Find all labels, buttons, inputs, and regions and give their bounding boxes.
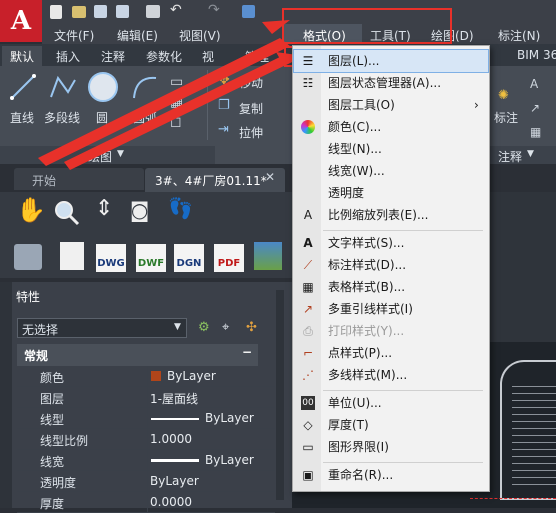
menu-item-label: 多重引线样式(I) bbox=[328, 302, 413, 316]
menu-item-scale-list[interactable]: A 比例缩放列表(E)... bbox=[294, 204, 488, 226]
menu-item-label: 重命名(R)... bbox=[328, 468, 394, 482]
menu-item-label: 颜色(C)... bbox=[328, 120, 382, 134]
menu-item-label: 线宽(W)... bbox=[328, 164, 385, 178]
menu-item-label: 表格样式(B)... bbox=[328, 280, 406, 294]
menu-item-label: 单位(U)... bbox=[328, 396, 382, 410]
menu-separator bbox=[323, 462, 483, 463]
color-wheel-icon bbox=[301, 120, 315, 134]
mleader-style-icon: ↗ bbox=[302, 302, 314, 316]
menu-item-table-style[interactable]: ▦ 表格样式(B)... bbox=[294, 276, 488, 298]
menu-item-label: 图形界限(I) bbox=[328, 440, 389, 454]
menu-item-label: 比例缩放列表(E)... bbox=[328, 208, 429, 222]
menu-item-color[interactable]: 颜色(C)... bbox=[294, 116, 488, 138]
menu-separator bbox=[323, 390, 483, 391]
thickness-icon: ◇ bbox=[303, 418, 313, 432]
menu-item-label: 图层工具(O) bbox=[328, 98, 395, 112]
menu-item-label: 打印样式(Y)... bbox=[328, 324, 405, 338]
menu-separator bbox=[323, 230, 483, 231]
menu-item-layer[interactable]: ☰ 图层(L)... bbox=[293, 49, 489, 73]
format-menu: ☰ 图层(L)... ☷ 图层状态管理器(A)... 图层工具(O) › 颜色(C).… bbox=[292, 45, 490, 492]
menu-item-label: 图层(L)... bbox=[328, 54, 380, 68]
mline-style-icon: ⋰ bbox=[302, 368, 314, 382]
dim-style-icon: ⟋ bbox=[303, 258, 313, 272]
point-style-icon: ⌐ bbox=[302, 346, 314, 360]
plot-style-icon: ⎙ bbox=[303, 324, 313, 338]
menu-item-thickness[interactable]: ◇ 厚度(T) bbox=[294, 414, 488, 436]
text-style-icon: A bbox=[303, 236, 313, 250]
menu-item-label: 透明度 bbox=[328, 186, 365, 200]
menu-item-limits[interactable]: ▭ 图形界限(I) bbox=[294, 436, 488, 458]
menu-item-rename[interactable]: ▣ 重命名(R)... bbox=[294, 464, 488, 486]
units-icon: 00 bbox=[301, 396, 315, 410]
menu-item-label: 厚度(T) bbox=[328, 418, 369, 432]
rename-icon: ▣ bbox=[302, 468, 314, 482]
menu-item-units[interactable]: 00 单位(U)... bbox=[294, 392, 488, 414]
menu-item-mleader-style[interactable]: ↗ 多重引线样式(I) bbox=[294, 298, 488, 320]
menu-item-text-style[interactable]: A 文字样式(S)... bbox=[294, 232, 488, 254]
menu-item-label: 标注样式(D)... bbox=[328, 258, 407, 272]
menu-item-label: 点样式(P)... bbox=[328, 346, 393, 360]
scale-list-icon: A bbox=[303, 208, 313, 222]
menu-item-transparency[interactable]: 透明度 bbox=[294, 182, 488, 204]
menu-item-layer-tools[interactable]: 图层工具(O) › bbox=[294, 94, 488, 116]
table-style-icon: ▦ bbox=[302, 280, 314, 294]
menu-item-point-style[interactable]: ⌐ 点样式(P)... bbox=[294, 342, 488, 364]
menu-item-linetype[interactable]: 线型(N)... bbox=[294, 138, 488, 160]
menu-item-layer-state[interactable]: ☷ 图层状态管理器(A)... bbox=[294, 72, 488, 94]
menu-item-label: 线型(N)... bbox=[328, 142, 382, 156]
menu-item-plot-style[interactable]: ⎙ 打印样式(Y)... bbox=[294, 320, 488, 342]
menu-item-label: 多线样式(M)... bbox=[328, 368, 408, 382]
menu-item-dim-style[interactable]: ⟋ 标注样式(D)... bbox=[294, 254, 488, 276]
submenu-arrow-icon: › bbox=[474, 98, 479, 112]
menu-item-label: 文字样式(S)... bbox=[328, 236, 405, 250]
menu-item-mline-style[interactable]: ⋰ 多线样式(M)... bbox=[294, 364, 488, 386]
layers-icon: ☰ bbox=[302, 54, 314, 68]
menu-item-lineweight[interactable]: 线宽(W)... bbox=[294, 160, 488, 182]
limits-icon: ▭ bbox=[302, 440, 314, 454]
menu-item-label: 图层状态管理器(A)... bbox=[328, 76, 442, 90]
layer-state-icon: ☷ bbox=[302, 76, 314, 90]
